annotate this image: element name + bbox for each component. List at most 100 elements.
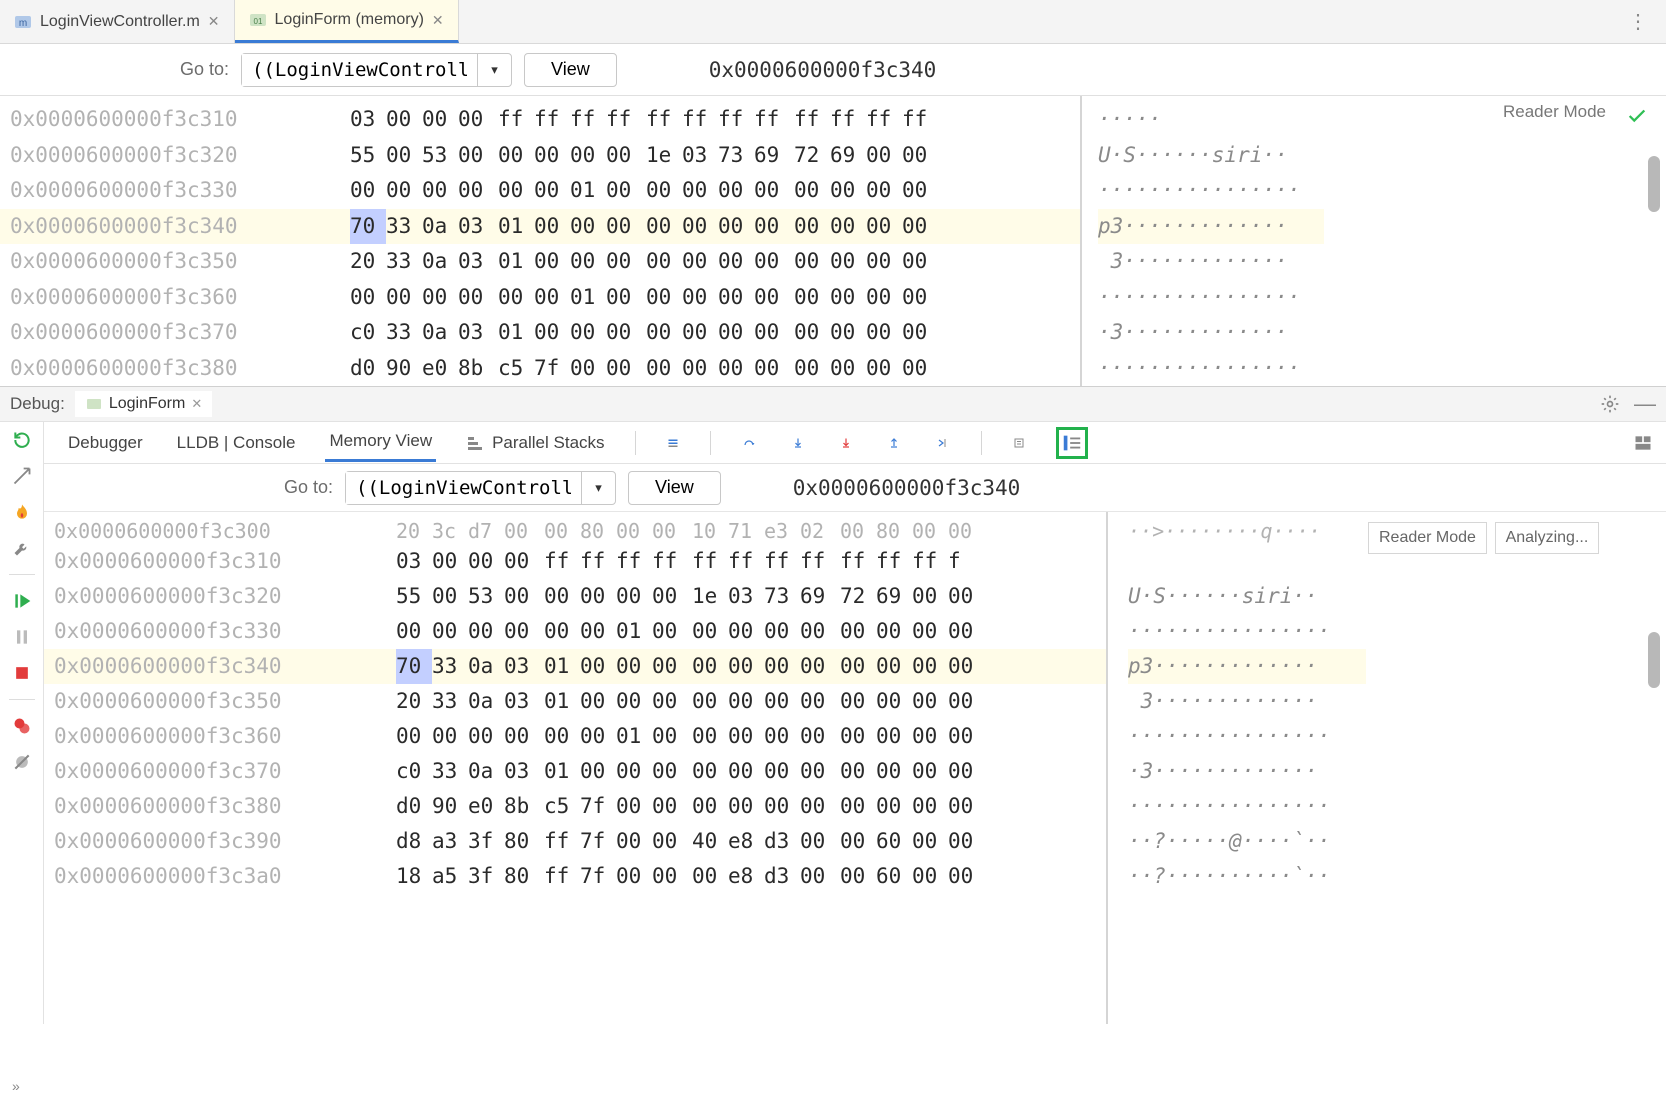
memory-row[interactable]: 0x0000600000f3c330 bbox=[44, 614, 356, 649]
chevron-down-icon[interactable]: ▾ bbox=[477, 54, 511, 86]
memory-row[interactable]: 70330a03010000000000000000000000 bbox=[310, 209, 1080, 245]
gear-icon[interactable] bbox=[1600, 394, 1620, 414]
mute-breakpoints-icon[interactable] bbox=[12, 752, 32, 772]
memory-row[interactable]: 55005300000000001e03736972690000 bbox=[356, 579, 1106, 614]
stop-icon[interactable] bbox=[12, 663, 32, 683]
layout-icon[interactable] bbox=[1632, 433, 1654, 453]
memory-row[interactable]: 0x0000600000f3c360 bbox=[0, 280, 310, 316]
close-icon[interactable]: ✕ bbox=[208, 13, 220, 30]
memory-view-icon bbox=[1061, 432, 1083, 454]
view-button[interactable]: View bbox=[524, 53, 617, 87]
memory-row[interactable]: 0x0000600000f3c350 bbox=[44, 684, 356, 719]
memory-row[interactable]: 00000000000001000000000000000000 bbox=[356, 614, 1106, 649]
tab-memory-view[interactable]: Memory View bbox=[325, 423, 436, 462]
goto-expression-combo[interactable]: ▾ bbox=[241, 53, 512, 87]
breakpoints-icon[interactable] bbox=[12, 716, 32, 736]
run-config-tab[interactable]: LoginForm ✕ bbox=[75, 391, 212, 417]
close-icon[interactable]: ✕ bbox=[432, 12, 444, 29]
step-into-icon[interactable] bbox=[787, 433, 809, 453]
debug-left-toolbar bbox=[0, 422, 44, 1024]
memory-row[interactable]: 70330a03010000000000000000000000 bbox=[356, 649, 1106, 684]
goto-expression-input[interactable] bbox=[346, 472, 581, 504]
analyzing-button[interactable]: Analyzing... bbox=[1495, 522, 1600, 554]
memory-row[interactable]: d090e08bc57f00000000000000000000 bbox=[310, 351, 1080, 387]
navigate-icon[interactable] bbox=[12, 466, 32, 486]
scrollbar-thumb[interactable] bbox=[1648, 632, 1660, 688]
force-step-into-icon[interactable] bbox=[835, 433, 857, 453]
memory-view-debug: 0x0000600000f3c3000x0000600000f3c3100x00… bbox=[44, 512, 1666, 1024]
scrollbar-thumb[interactable] bbox=[1648, 156, 1660, 212]
memory-row[interactable]: 0x0000600000f3c390 bbox=[44, 824, 356, 859]
goto-expression-combo[interactable]: ▾ bbox=[345, 471, 616, 505]
memory-row[interactable]: 0x0000600000f3c340 bbox=[44, 649, 356, 684]
memory-row: p3············· bbox=[1098, 209, 1324, 245]
memory-row[interactable]: 55005300000000001e03736972690000 bbox=[310, 138, 1080, 174]
memory-row[interactable]: 00000000000001000000000000000000 bbox=[310, 280, 1080, 316]
goto-label: Go to: bbox=[180, 59, 229, 80]
memory-row[interactable]: 03000000ffffffffffffffffffffffff bbox=[310, 102, 1080, 138]
memory-row[interactable]: 0x0000600000f3c370 bbox=[0, 315, 310, 351]
close-icon[interactable]: ✕ bbox=[191, 396, 202, 412]
debug-toolwindow-header: Debug: LoginForm ✕ — bbox=[0, 386, 1666, 422]
goto-expression-input[interactable] bbox=[242, 54, 477, 86]
memory-row[interactable]: 0x0000600000f3c320 bbox=[44, 579, 356, 614]
chevron-down-icon[interactable]: ▾ bbox=[581, 472, 615, 504]
memory-view-toolbar-button[interactable] bbox=[1056, 427, 1088, 459]
editor-tab-loginviewcontroller[interactable]: m LoginViewController.m ✕ bbox=[0, 0, 235, 43]
run-to-cursor-icon[interactable] bbox=[931, 433, 955, 453]
memory-row[interactable]: 0x0000600000f3c370 bbox=[44, 754, 356, 789]
memory-row[interactable]: 0x0000600000f3c310 bbox=[44, 544, 356, 579]
goto-bar-top: Go to: ▾ View 0x0000600000f3c340 bbox=[0, 44, 1666, 96]
memory-row[interactable]: 0x0000600000f3c350 bbox=[0, 244, 310, 280]
memory-row[interactable]: c0330a03010000000000000000000000 bbox=[310, 315, 1080, 351]
memory-row[interactable]: 0x0000600000f3c360 bbox=[44, 719, 356, 754]
evaluate-icon[interactable] bbox=[1008, 433, 1030, 453]
memory-row[interactable]: 0x0000600000f3c320 bbox=[0, 138, 310, 174]
tab-debugger[interactable]: Debugger bbox=[64, 425, 147, 461]
tab-overflow-icon[interactable]: ⋮ bbox=[1610, 0, 1666, 43]
memory-row[interactable]: c0330a03010000000000000000000000 bbox=[356, 754, 1106, 789]
tab-lldb-console[interactable]: LLDB | Console bbox=[173, 425, 300, 461]
view-button[interactable]: View bbox=[628, 471, 721, 505]
reader-mode-button[interactable]: Reader Mode bbox=[1368, 522, 1487, 554]
memory-row[interactable]: 0x0000600000f3c330 bbox=[0, 173, 310, 209]
parallel-stacks-icon bbox=[466, 434, 484, 452]
memory-row[interactable]: 0x0000600000f3c380 bbox=[0, 351, 310, 387]
memory-view-top: 0x0000600000f3c3100x0000600000f3c3200x00… bbox=[0, 96, 1666, 386]
editor-tab-loginform-memory[interactable]: 01 LoginForm (memory) ✕ bbox=[235, 0, 459, 43]
minimize-icon[interactable]: — bbox=[1634, 391, 1656, 417]
step-over-icon[interactable] bbox=[737, 433, 761, 453]
memory-row[interactable]: 0x0000600000f3c310 bbox=[0, 102, 310, 138]
memory-row: ··?·····@····`·· bbox=[1128, 824, 1366, 859]
reader-mode-button[interactable]: Reader Mode bbox=[1503, 102, 1606, 122]
memory-row[interactable]: 18a53f80ff7f000000e8d30000600000 bbox=[356, 859, 1106, 894]
memory-row[interactable]: 20330a03010000000000000000000000 bbox=[310, 244, 1080, 280]
memory-row[interactable]: 0x0000600000f3c3a0 bbox=[44, 859, 356, 894]
memory-row: 0x0000600000f3c300 bbox=[44, 518, 356, 544]
memory-row: ················ bbox=[1098, 280, 1324, 316]
memory-row[interactable]: 00000000000001000000000000000000 bbox=[356, 719, 1106, 754]
memory-row[interactable]: 03000000fffffffffffffffffffffff bbox=[356, 544, 1106, 579]
step-out-icon[interactable] bbox=[883, 433, 905, 453]
run-config-label: LoginForm bbox=[109, 395, 185, 413]
memory-row[interactable]: 20330a03010000000000000000000000 bbox=[356, 684, 1106, 719]
rerun-icon[interactable] bbox=[12, 430, 32, 450]
threads-icon[interactable] bbox=[662, 433, 684, 453]
memory-row: ····· bbox=[1098, 102, 1324, 138]
memory-row[interactable]: d8a33f80ff7f000040e8d30000600000 bbox=[356, 824, 1106, 859]
memory-row[interactable]: 0x0000600000f3c340 bbox=[0, 209, 310, 245]
wrench-icon[interactable] bbox=[12, 538, 32, 558]
pause-icon[interactable] bbox=[12, 627, 32, 647]
memory-row: ·3············· bbox=[1128, 754, 1366, 789]
flame-icon[interactable] bbox=[12, 502, 32, 522]
memory-row[interactable]: d090e08bc57f00000000000000000000 bbox=[356, 789, 1106, 824]
memory-row: p3············· bbox=[1128, 649, 1366, 684]
memory-row[interactable]: 00000000000001000000000000000000 bbox=[310, 173, 1080, 209]
address-column: 0x0000600000f3c3100x0000600000f3c3200x00… bbox=[0, 96, 310, 386]
expand-icon[interactable]: » bbox=[12, 1078, 20, 1094]
hex-column: 203cd700008000001071e3020080000003000000… bbox=[356, 512, 1106, 1024]
memory-row: ················ bbox=[1098, 173, 1324, 209]
tab-parallel-stacks[interactable]: Parallel Stacks bbox=[462, 425, 608, 461]
resume-icon[interactable] bbox=[12, 591, 32, 611]
memory-row[interactable]: 0x0000600000f3c380 bbox=[44, 789, 356, 824]
